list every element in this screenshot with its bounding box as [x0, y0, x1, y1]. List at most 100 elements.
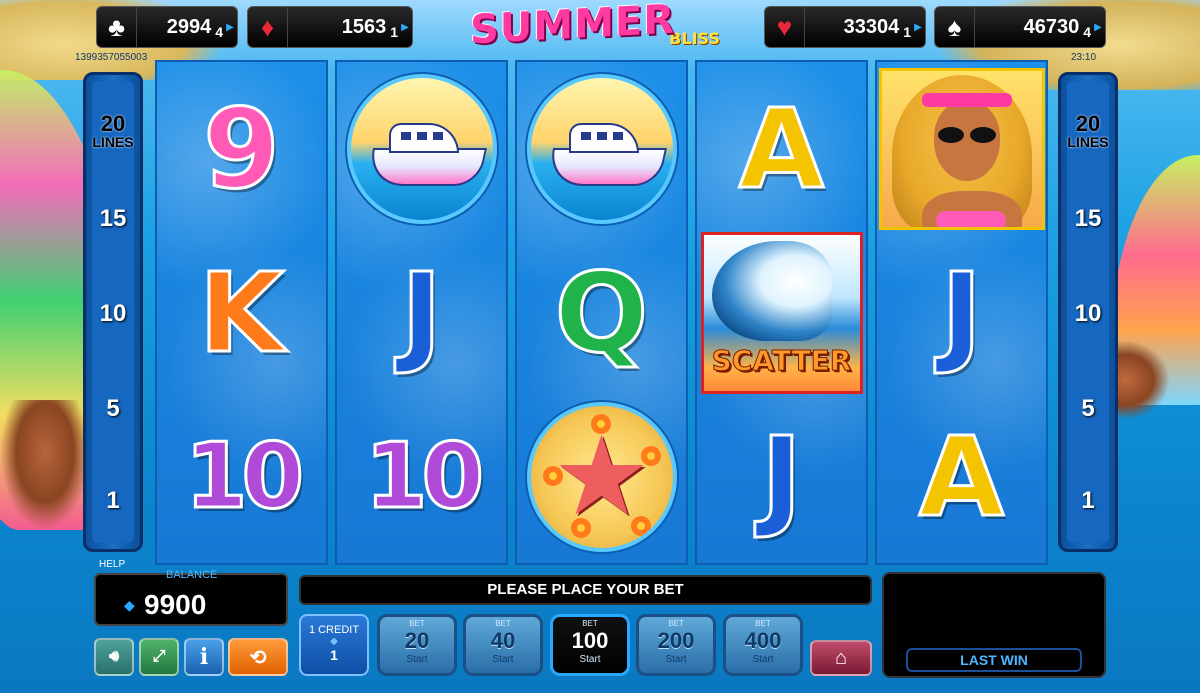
lines-word: LINES	[1067, 134, 1109, 150]
logo-subtitle: BLISS	[669, 29, 720, 48]
jackpot-hearts: ♥ 33304 1 ▶	[764, 6, 926, 48]
reel-4: A SCATTER J	[695, 60, 868, 565]
jackpot-diamonds: ♦ 1563 1 ▶	[247, 6, 413, 48]
game-logo: SUMMERBLISS	[440, 0, 750, 58]
arrow-icon: ▶	[401, 21, 409, 33]
bet-button-40[interactable]: BET 40 Start	[463, 614, 543, 676]
bet-label: BET	[495, 619, 511, 628]
bet-button-200[interactable]: BET 200 Start	[636, 614, 716, 676]
symbol-ten: 10	[337, 394, 506, 559]
fullscreen-button[interactable]: ⤢	[139, 638, 179, 676]
symbol-text: Q	[553, 248, 650, 377]
balance-label: BALANCE	[166, 569, 218, 581]
symbol-text: K	[197, 248, 285, 377]
bet-label: BET	[409, 619, 425, 628]
gem-icon: ◆	[330, 636, 338, 647]
speaker-icon: 🔊︎	[108, 648, 120, 665]
jackpot-sub: 4	[1083, 24, 1091, 40]
jackpot-value: 46730	[1023, 15, 1080, 38]
bet-start: Start	[492, 654, 514, 665]
lines-panel-left: 20 LINES 15 10 5 1	[83, 72, 143, 552]
lines-count: 20 LINES	[86, 111, 140, 150]
lines-number: 20	[1075, 111, 1101, 136]
jackpot-sub: 4	[215, 24, 223, 40]
arrow-icon: ▶	[914, 21, 922, 33]
lines-count: 20 LINES	[1061, 111, 1115, 150]
credit-button[interactable]: 1 CREDIT ◆ 1	[299, 614, 369, 676]
credit-title: 1 CREDIT	[308, 624, 360, 636]
gem-icon: ◆	[124, 597, 135, 613]
symbol-ten: 10	[157, 394, 326, 559]
jackpot-sub: 1	[390, 24, 398, 40]
line-marker[interactable]: 5	[1061, 395, 1115, 423]
line-marker[interactable]: 10	[86, 300, 140, 328]
line-marker[interactable]: 1	[86, 487, 140, 515]
symbol-queen: Q	[517, 230, 686, 395]
symbol-ace: A	[877, 394, 1046, 559]
sound-button[interactable]: 🔊︎	[94, 638, 134, 676]
symbol-jack: J	[877, 230, 1046, 395]
reel-5: J A	[875, 60, 1048, 565]
lines-panel-right: 20 LINES 15 10 5 1	[1058, 72, 1118, 552]
line-marker[interactable]: 1	[1061, 487, 1115, 515]
bet-value: 200	[657, 628, 695, 653]
reel-1: 9 K 10	[155, 60, 328, 565]
jackpot-value: 2994	[166, 15, 212, 38]
symbol-king: K	[157, 230, 326, 395]
symbol-text: J	[400, 248, 444, 377]
symbol-text: A	[917, 412, 1005, 541]
starfish-icon: ★	[526, 401, 677, 552]
yacht-icon	[526, 73, 677, 224]
surfer-left	[0, 400, 90, 530]
expand-icon: ⤢	[152, 648, 166, 665]
symbol-yacht	[337, 66, 506, 231]
balance-value: 9900	[144, 589, 207, 620]
info-button[interactable]: i	[184, 638, 224, 676]
last-win-display: LAST WIN	[882, 572, 1106, 678]
arrow-icon: ▶	[226, 21, 234, 33]
balance-display: BALANCE ◆ 9900	[94, 569, 288, 626]
hearts-icon: ♥	[765, 7, 805, 47]
jackpot-value: 1563	[341, 15, 387, 38]
last-win-label: LAST WIN	[906, 648, 1082, 672]
lines-word: LINES	[92, 134, 134, 150]
symbol-yacht	[517, 66, 686, 231]
line-marker[interactable]: 15	[1061, 205, 1115, 233]
spades-icon: ♠	[935, 7, 975, 47]
home-icon: ⌂	[834, 646, 848, 669]
bet-label: BET	[755, 619, 771, 628]
jackpot-spades: ♠ 46730 4 ▶	[934, 6, 1106, 48]
logo-title: SUMMER	[470, 0, 676, 54]
symbol-ace: A	[697, 66, 866, 231]
autoplay-button[interactable]: ⟲	[228, 638, 288, 676]
line-marker[interactable]: 5	[86, 395, 140, 423]
lines-number: 20	[100, 111, 126, 136]
jackpot-value: 33304	[843, 15, 900, 38]
symbol-jack: J	[337, 230, 506, 395]
bet-label: BET	[668, 619, 684, 628]
bet-value: 20	[404, 628, 430, 653]
bet-start: Start	[665, 654, 687, 665]
help-label[interactable]: HELP	[99, 559, 125, 570]
symbol-jack: J	[697, 394, 866, 559]
wave-scatter-icon: SCATTER	[700, 231, 863, 394]
arrow-icon: ▶	[1094, 21, 1102, 33]
bet-button-100[interactable]: BET 100 Start	[550, 614, 630, 676]
yacht-icon	[346, 73, 497, 224]
clubs-icon: ♣	[97, 7, 137, 47]
symbol-text: 10	[363, 423, 485, 529]
symbol-text: J	[760, 412, 804, 541]
symbol-nine: 9	[157, 66, 326, 231]
line-marker[interactable]: 15	[86, 205, 140, 233]
bet-button-20[interactable]: BET 20 Start	[377, 614, 457, 676]
line-marker[interactable]: 10	[1061, 300, 1115, 328]
bet-button-400[interactable]: BET 400 Start	[723, 614, 803, 676]
home-button[interactable]: ⌂	[810, 640, 872, 676]
credit-value: 1	[330, 647, 338, 663]
info-icon: i	[199, 644, 209, 670]
symbol-starfish: ★	[517, 394, 686, 559]
symbol-lady	[877, 66, 1046, 231]
bet-label: BET	[582, 619, 598, 628]
reel-2: J 10	[335, 60, 508, 565]
symbol-text: 10	[183, 423, 305, 529]
